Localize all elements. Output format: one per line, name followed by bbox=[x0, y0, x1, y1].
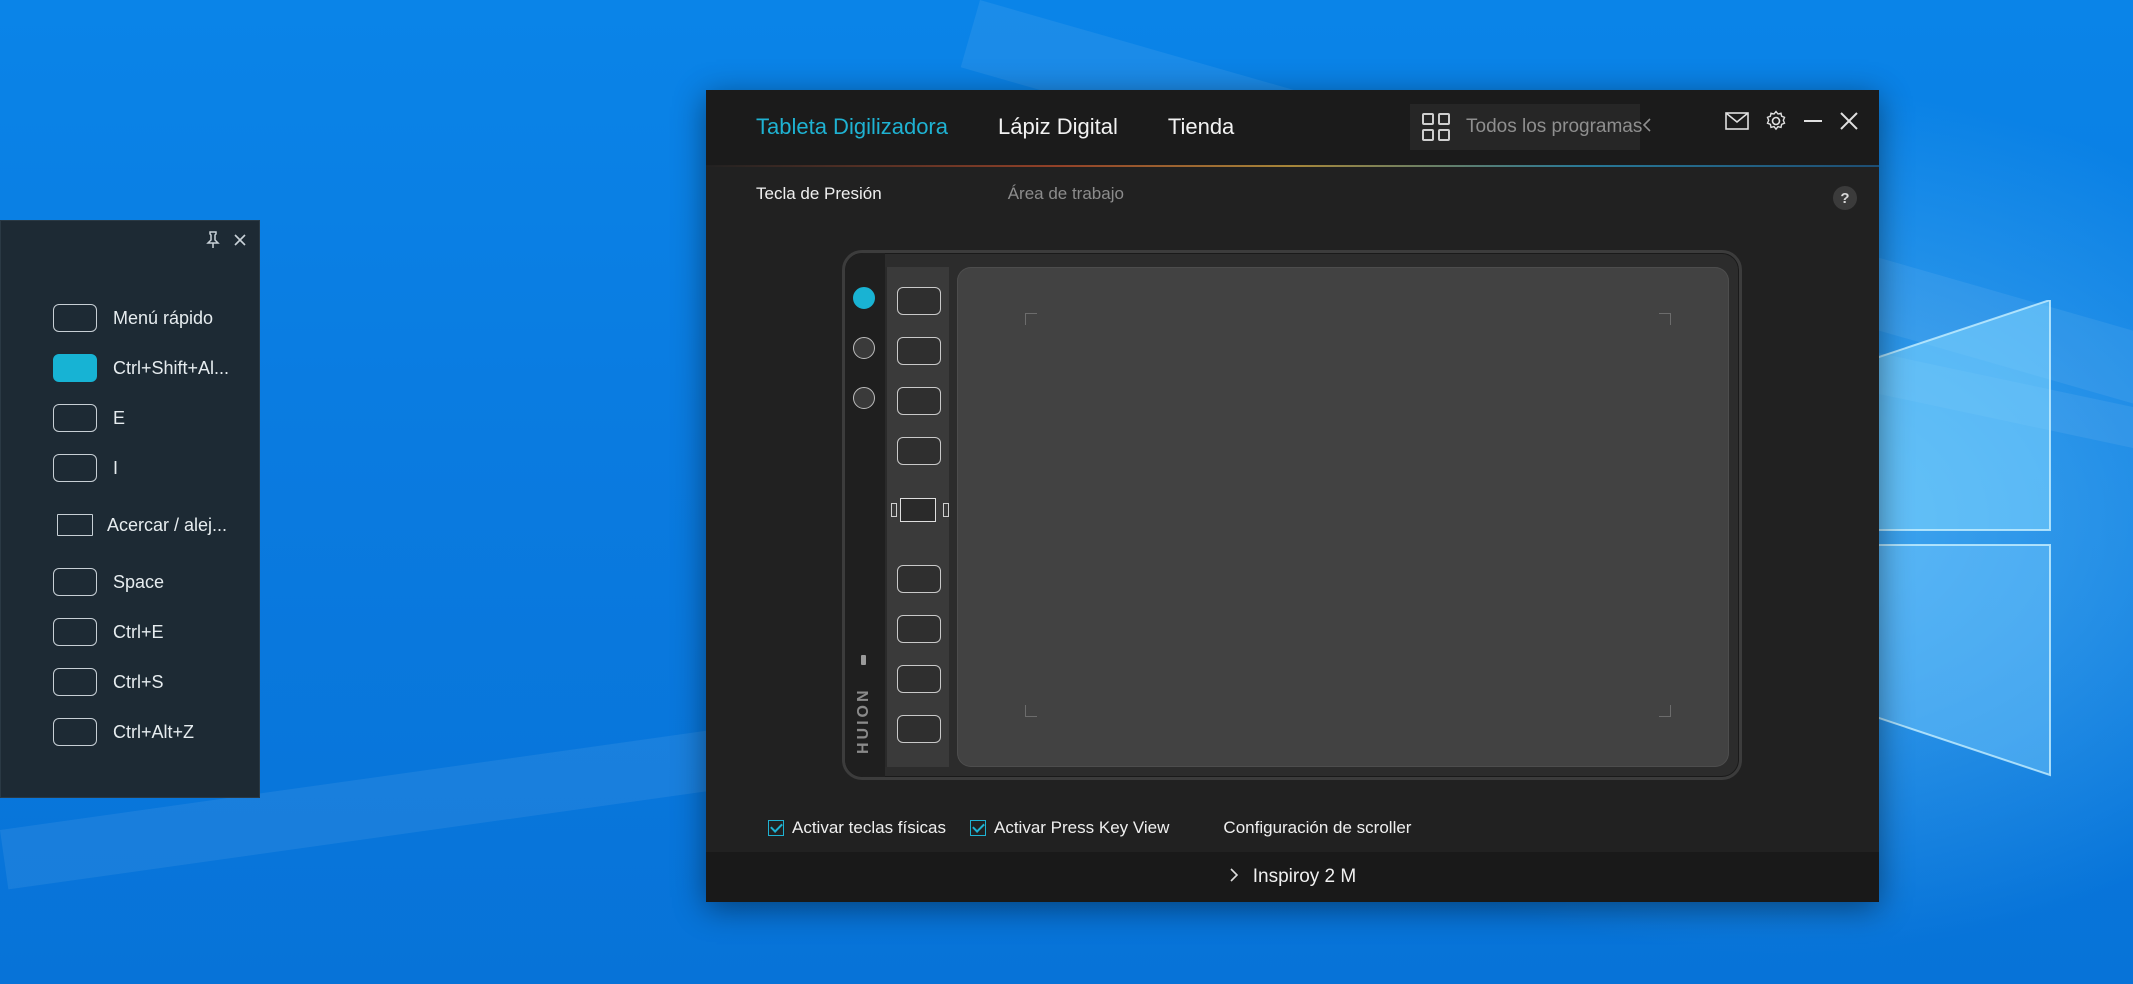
area-corner bbox=[1025, 705, 1037, 717]
press-key-row[interactable]: Space bbox=[53, 557, 229, 607]
press-key-label: Menú rápido bbox=[113, 307, 214, 328]
power-indicator bbox=[861, 655, 866, 665]
press-key-label: Acercar / alej... bbox=[107, 514, 228, 535]
program-selector[interactable]: Todos los programas bbox=[1410, 104, 1651, 150]
express-key-8[interactable] bbox=[897, 715, 941, 743]
gear-icon[interactable] bbox=[1765, 110, 1787, 132]
indicator-led-active[interactable] bbox=[853, 287, 875, 309]
tablet-spine: HUION bbox=[845, 253, 885, 777]
options-bar: Activar teclas físicas Activar Press Key… bbox=[768, 818, 1411, 838]
press-key-view-panel: Menú rápido Ctrl+Shift+Al... E I Acercar… bbox=[0, 220, 260, 798]
press-key-row[interactable]: Ctrl+S bbox=[53, 657, 229, 707]
key-indicator bbox=[53, 568, 97, 596]
tab-tableta[interactable]: Tableta Digilizadora bbox=[756, 114, 948, 140]
physical-keys-label: Activar teclas físicas bbox=[792, 818, 946, 837]
tab-lapiz[interactable]: Lápiz Digital bbox=[998, 114, 1118, 140]
key-indicator bbox=[53, 718, 97, 746]
press-key-view-option[interactable]: Activar Press Key View bbox=[970, 818, 1169, 838]
chevron-right-icon bbox=[1229, 867, 1239, 888]
press-key-row[interactable]: E bbox=[53, 393, 229, 443]
tablet-diagram: HUION bbox=[842, 250, 1742, 780]
press-key-row[interactable]: Ctrl+E bbox=[53, 607, 229, 657]
driver-window: Tableta Digilizadora Lápiz Digital Tiend… bbox=[706, 90, 1879, 902]
area-corner bbox=[1659, 705, 1671, 717]
subtab-tecla-presion[interactable]: Tecla de Presión bbox=[756, 184, 882, 204]
tablet-active-area bbox=[957, 267, 1729, 767]
tab-tienda[interactable]: Tienda bbox=[1168, 114, 1234, 140]
device-name: Inspiroy 2 M bbox=[1252, 866, 1357, 887]
main-tabs: Tableta Digilizadora Lápiz Digital Tiend… bbox=[756, 114, 1234, 140]
express-key-6[interactable] bbox=[897, 615, 941, 643]
indicator-led[interactable] bbox=[853, 387, 875, 409]
key-indicator-active bbox=[53, 354, 97, 382]
express-key-4[interactable] bbox=[897, 437, 941, 465]
dial-control[interactable] bbox=[891, 495, 949, 527]
pin-icon[interactable] bbox=[205, 231, 221, 253]
app-header: Tableta Digilizadora Lápiz Digital Tiend… bbox=[706, 90, 1879, 166]
press-key-label: Ctrl+S bbox=[113, 671, 164, 692]
press-key-view-label: Activar Press Key View bbox=[994, 818, 1170, 837]
dial-button[interactable] bbox=[900, 498, 936, 522]
apps-grid-icon bbox=[1422, 113, 1450, 141]
chevron-left-icon[interactable] bbox=[1642, 116, 1652, 139]
express-key-1[interactable] bbox=[897, 287, 941, 315]
sub-tabs: Tecla de Presión Área de trabajo bbox=[756, 184, 1124, 204]
express-key-3[interactable] bbox=[897, 387, 941, 415]
press-key-row[interactable]: I bbox=[53, 443, 229, 493]
press-key-label: E bbox=[113, 407, 126, 428]
close-icon[interactable] bbox=[1839, 111, 1859, 131]
help-button[interactable]: ? bbox=[1833, 186, 1857, 210]
minimize-icon[interactable] bbox=[1803, 111, 1823, 131]
indicator-led[interactable] bbox=[853, 337, 875, 359]
express-key-2[interactable] bbox=[897, 337, 941, 365]
area-corner bbox=[1659, 313, 1671, 325]
key-indicator bbox=[53, 304, 97, 332]
close-icon[interactable] bbox=[233, 231, 247, 253]
press-key-row[interactable]: Ctrl+Alt+Z bbox=[53, 707, 229, 757]
key-indicator bbox=[53, 668, 97, 696]
subtab-area-trabajo[interactable]: Área de trabajo bbox=[1008, 184, 1124, 204]
press-key-label: I bbox=[113, 457, 119, 478]
press-key-view-checkbox[interactable] bbox=[970, 820, 986, 836]
express-keys bbox=[885, 267, 949, 767]
scroller-settings-link[interactable]: Configuración de scroller bbox=[1223, 818, 1411, 838]
dial-left-notch bbox=[891, 503, 897, 517]
express-key-7[interactable] bbox=[897, 665, 941, 693]
program-selector-label: Todos los programas bbox=[1466, 116, 1643, 137]
physical-keys-option[interactable]: Activar teclas físicas bbox=[768, 818, 946, 838]
physical-keys-checkbox[interactable] bbox=[768, 820, 784, 836]
dial-right-notch bbox=[943, 503, 949, 517]
press-key-list: Menú rápido Ctrl+Shift+Al... E I Acercar… bbox=[53, 293, 229, 757]
brand-logo: HUION bbox=[855, 687, 872, 755]
key-indicator bbox=[53, 404, 97, 432]
press-key-label: Ctrl+E bbox=[113, 621, 164, 642]
press-key-row[interactable]: Menú rápido bbox=[53, 293, 229, 343]
mail-icon[interactable] bbox=[1725, 112, 1749, 130]
press-key-row[interactable]: Acercar / alej... bbox=[53, 493, 229, 557]
press-key-label: Space bbox=[113, 571, 165, 592]
press-key-label: Ctrl+Shift+Al... bbox=[113, 357, 230, 378]
key-indicator bbox=[53, 454, 97, 482]
express-key-5[interactable] bbox=[897, 565, 941, 593]
header-divider bbox=[706, 165, 1879, 167]
key-indicator bbox=[53, 618, 97, 646]
press-key-row[interactable]: Ctrl+Shift+Al... bbox=[53, 343, 229, 393]
area-corner bbox=[1025, 313, 1037, 325]
dial-indicator bbox=[57, 514, 93, 536]
press-key-label: Ctrl+Alt+Z bbox=[113, 721, 195, 742]
device-selector[interactable]: Inspiroy 2 M bbox=[706, 852, 1879, 902]
